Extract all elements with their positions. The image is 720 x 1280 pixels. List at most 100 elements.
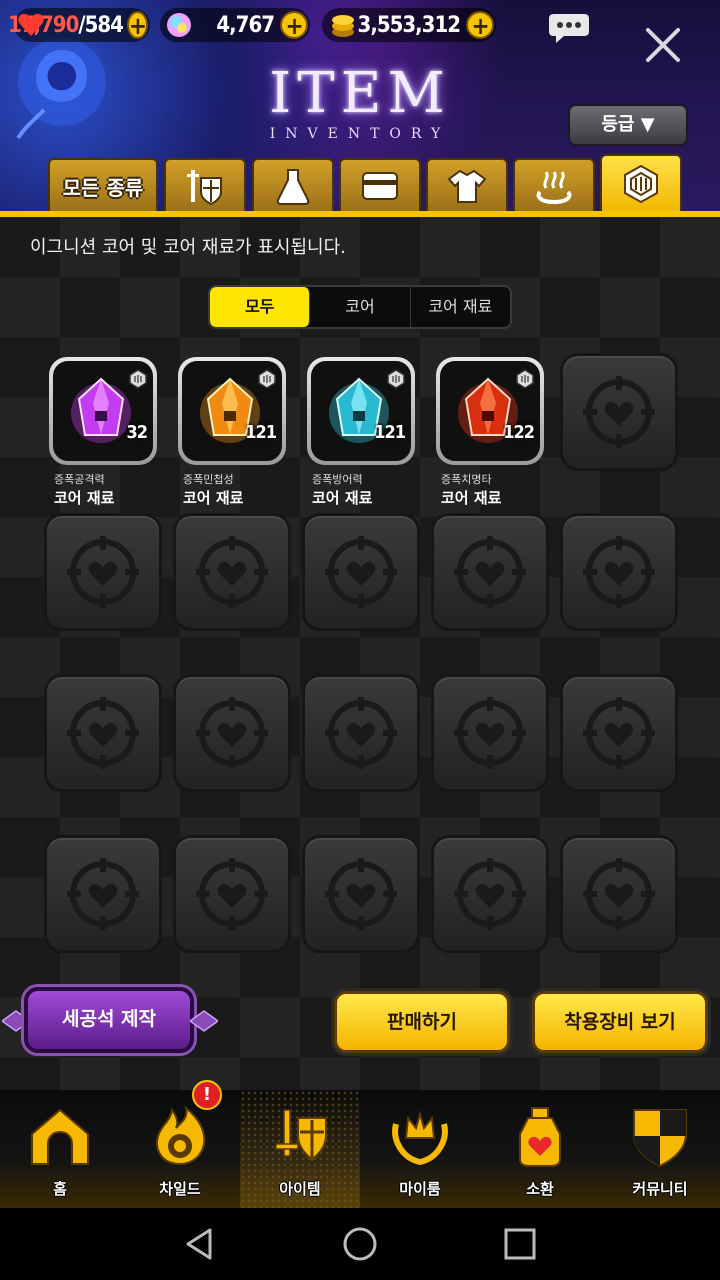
empty-slot-emblem-icon — [325, 536, 397, 608]
title-inventory: INVENTORY — [269, 126, 451, 142]
tab-all-types[interactable]: 모든 종류 — [48, 158, 158, 212]
nav-home[interactable]: 홈 — [0, 1090, 120, 1208]
item-subtitle: 증폭방어력 — [312, 473, 363, 486]
nav-summon[interactable]: 소환 — [480, 1090, 600, 1208]
empty-slot-emblem-icon — [67, 858, 139, 930]
filter-segment: 모두 코어 코어 재료 — [208, 285, 512, 329]
view-equipped-button[interactable]: 착용장비 보기 — [532, 991, 708, 1053]
empty-slot-emblem-icon — [583, 376, 655, 448]
tab-equipment[interactable] — [164, 158, 246, 212]
home-arch-icon — [31, 1108, 89, 1165]
hot-spring-icon — [536, 171, 572, 205]
gem-currency: 4,767 + — [160, 8, 310, 42]
filter-core-material[interactable]: 코어 재료 — [411, 287, 510, 327]
item-slot-defense-core[interactable]: 121 — [307, 357, 415, 465]
empty-slot-emblem-icon — [67, 536, 139, 608]
energy-currency: 17,790/584 + — [8, 8, 150, 42]
nav-label: 차일드 — [159, 1180, 201, 1198]
empty-slot — [44, 835, 162, 953]
item-slot-agility-core[interactable]: 121 — [178, 357, 286, 465]
empty-slot — [560, 835, 678, 953]
empty-slot — [302, 674, 420, 792]
item-count: 121 — [374, 422, 406, 443]
nav-myroom[interactable]: 마이룸 — [360, 1090, 480, 1208]
core-icon — [624, 164, 658, 204]
add-energy-button[interactable]: + — [126, 11, 148, 39]
empty-slot-emblem-icon — [583, 697, 655, 769]
empty-slot — [431, 674, 549, 792]
empty-slot-emblem-icon — [454, 536, 526, 608]
recents-icon[interactable] — [502, 1226, 538, 1262]
rainbow-gem-icon — [167, 13, 191, 37]
core-badge-icon — [516, 369, 534, 389]
empty-slot — [302, 835, 420, 953]
core-badge-icon — [258, 369, 276, 389]
nav-label: 커뮤니티 — [632, 1180, 688, 1198]
nav-label: 아이템 — [279, 1180, 321, 1198]
armor-icon — [187, 170, 222, 206]
add-gold-button[interactable]: + — [466, 11, 494, 39]
gold-coins-icon — [332, 15, 354, 37]
close-icon[interactable] — [640, 22, 686, 68]
category-description: 이그니션 코어 및 코어 재료가 표시됩니다. — [30, 237, 346, 258]
gold-currency: 3,553,312 + — [322, 8, 496, 42]
item-slot-critical-core[interactable]: 122 — [436, 357, 544, 465]
tab-potions[interactable] — [252, 158, 334, 212]
android-nav-bar — [0, 1208, 720, 1280]
right-ornament-icon — [190, 1010, 218, 1032]
page-title: ITEM INVENTORY — [240, 64, 480, 143]
nav-label: 마이룸 — [399, 1180, 441, 1198]
empty-slot — [44, 674, 162, 792]
item-count: 122 — [503, 422, 535, 443]
nav-label: 소환 — [526, 1180, 554, 1198]
add-gems-button[interactable]: + — [280, 11, 308, 39]
tab-core[interactable] — [600, 154, 682, 212]
empty-slot — [431, 513, 549, 631]
empty-slot-emblem-icon — [196, 697, 268, 769]
nav-community[interactable]: 커뮤니티 — [600, 1090, 720, 1208]
potion-icon — [276, 169, 310, 205]
item-count: 121 — [245, 422, 277, 443]
empty-slot — [560, 353, 678, 471]
empty-slot-emblem-icon — [325, 858, 397, 930]
core-badge-icon — [129, 369, 147, 389]
empty-slot — [173, 513, 291, 631]
home-icon[interactable] — [342, 1226, 378, 1262]
empty-slot — [173, 674, 291, 792]
gem-value: 4,767 — [216, 12, 275, 38]
grade-sort-button[interactable]: 등급 ▼ — [568, 104, 688, 146]
empty-slot-emblem-icon — [196, 858, 268, 930]
clothing-icon — [447, 169, 487, 203]
item-subtitle: 증폭공격력 — [54, 473, 105, 486]
item-slot-attack-core[interactable]: 32 — [49, 357, 157, 465]
crown-wreath-icon — [392, 1110, 448, 1166]
nav-label: 홈 — [53, 1180, 67, 1198]
filter-all[interactable]: 모두 — [210, 287, 311, 327]
empty-slot-emblem-icon — [67, 697, 139, 769]
core-badge-icon — [387, 369, 405, 389]
item-name: 코어 재료 — [441, 489, 502, 507]
empty-slot-emblem-icon — [583, 858, 655, 930]
item-subtitle: 증폭치명타 — [441, 473, 492, 486]
sell-button[interactable]: 판매하기 — [334, 991, 510, 1053]
empty-slot — [44, 513, 162, 631]
flame-eye-icon — [156, 1105, 206, 1166]
gold-value: 3,553,312 — [357, 12, 461, 38]
tab-hot-spring[interactable] — [513, 158, 595, 212]
inventory-panel: 이그니션 코어 및 코어 재료가 표시됩니다. 모두 코어 코어 재료 32 1… — [0, 217, 720, 1090]
back-icon[interactable] — [182, 1226, 218, 1262]
nav-item-active[interactable]: 아이템 — [240, 1090, 360, 1208]
chat-icon[interactable] — [548, 12, 590, 44]
nav-child[interactable]: 차일드 — [120, 1090, 240, 1208]
inventory-header: 17,790/584 + 4,767 + 3,553,312 + ITEM IN… — [0, 0, 720, 216]
craft-gemstone-button[interactable]: 세공석 제작 — [24, 987, 194, 1053]
empty-slot — [560, 674, 678, 792]
tab-clothing[interactable] — [426, 158, 508, 212]
bottom-navigation: 홈 차일드 아이템 마이룸 소환 커뮤니티 — [0, 1090, 720, 1208]
empty-slot-emblem-icon — [325, 697, 397, 769]
empty-slot — [173, 835, 291, 953]
tab-cards[interactable] — [339, 158, 421, 212]
filter-core[interactable]: 코어 — [310, 287, 411, 327]
empty-slot — [431, 835, 549, 953]
item-name: 코어 재료 — [183, 489, 244, 507]
